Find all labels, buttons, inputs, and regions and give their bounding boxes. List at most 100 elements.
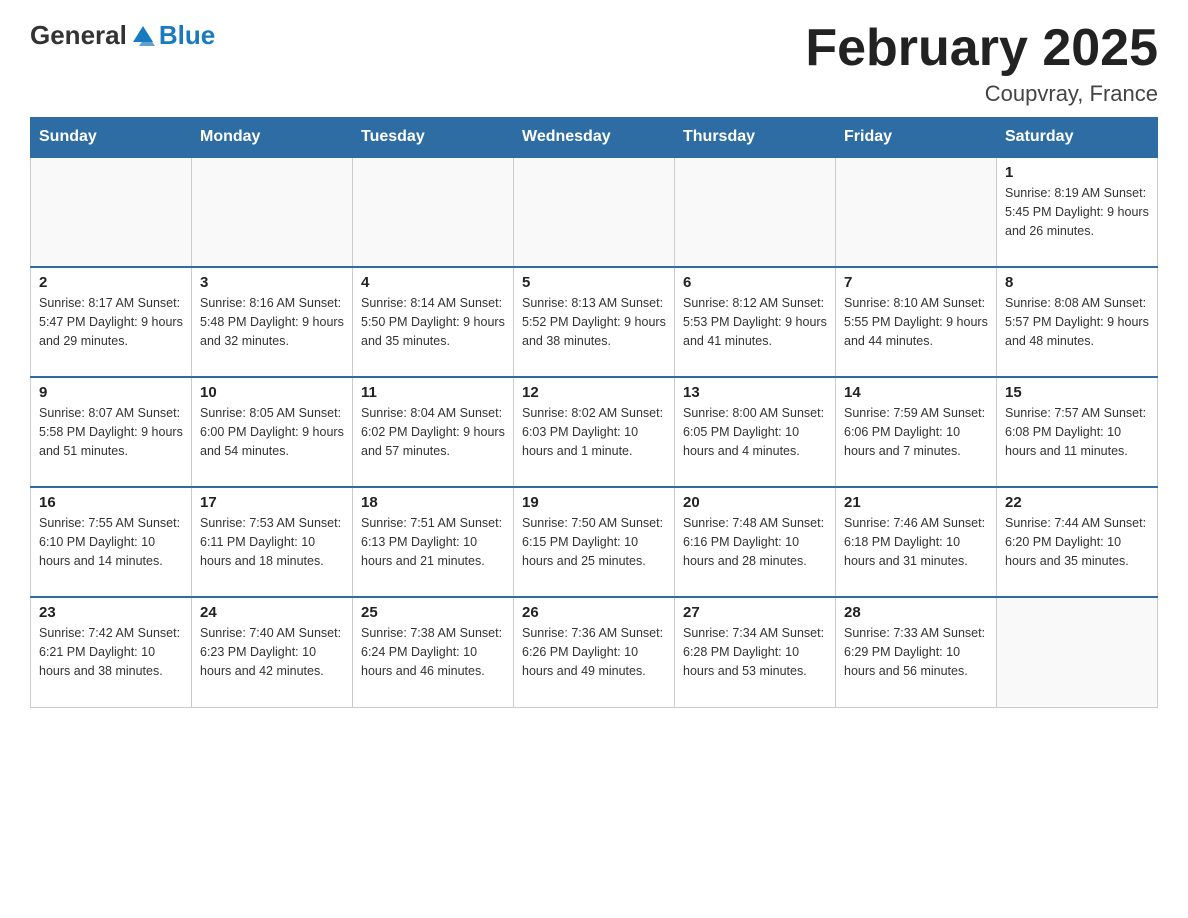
calendar-cell [514, 157, 675, 267]
calendar-cell: 27Sunrise: 7:34 AM Sunset: 6:28 PM Dayli… [675, 597, 836, 707]
calendar-cell: 2 Sunrise: 8:17 AM Sunset: 5:47 PM Daylig… [31, 267, 192, 377]
calendar-cell [675, 157, 836, 267]
day-info: Sunrise: 7:50 AM Sunset: 6:15 PM Dayligh… [522, 514, 666, 570]
weekday-header-thursday: Thursday [675, 118, 836, 158]
day-info: Sunrise: 7:38 AM Sunset: 6:24 PM Dayligh… [361, 624, 505, 680]
calendar-cell: 7 Sunrise: 8:10 AM Sunset: 5:55 PM Daylig… [836, 267, 997, 377]
day-info: Sunrise: 7:42 AM Sunset: 6:21 PM Dayligh… [39, 624, 183, 680]
calendar-cell: 23 Sunrise: 7:42 AM Sunset: 6:21 PM Dayli… [31, 597, 192, 707]
day-info: Sunrise: 7:55 AM Sunset: 6:10 PM Dayligh… [39, 514, 183, 570]
day-number: 10 [200, 384, 344, 401]
calendar-cell [192, 157, 353, 267]
day-info: Sunrise: 7:36 AM Sunset: 6:26 PM Dayligh… [522, 624, 666, 680]
day-info: Sunrise: 8:05 AM Sunset: 6:00 PM Dayligh… [200, 404, 344, 460]
calendar-cell: 11 Sunrise: 8:04 AM Sunset: 6:02 PM Dayli… [353, 377, 514, 487]
day-number: 13 [683, 384, 827, 401]
calendar-cell [31, 157, 192, 267]
day-info: Sunrise: 7:51 AM Sunset: 6:13 PM Dayligh… [361, 514, 505, 570]
day-number: 3 [200, 274, 344, 291]
weekday-header-row: SundayMondayTuesdayWednesdayThursdayFrid… [31, 118, 1158, 158]
day-number: 7 [844, 274, 988, 291]
title-block: February 2025 Coupvray, France [805, 20, 1158, 107]
day-info: Sunrise: 7:44 AM Sunset: 6:20 PM Dayligh… [1005, 514, 1149, 570]
day-number: 6 [683, 274, 827, 291]
day-info: Sunrise: 8:13 AM Sunset: 5:52 PM Dayligh… [522, 294, 666, 350]
calendar-table: SundayMondayTuesdayWednesdayThursdayFrid… [30, 117, 1158, 708]
day-number: 11 [361, 384, 505, 401]
day-info: Sunrise: 7:34 AM Sunset: 6:28 PM Dayligh… [683, 624, 827, 680]
day-number: 21 [844, 494, 988, 511]
day-info: Sunrise: 8:08 AM Sunset: 5:57 PM Dayligh… [1005, 294, 1149, 350]
day-info: Sunrise: 8:16 AM Sunset: 5:48 PM Dayligh… [200, 294, 344, 350]
calendar-cell: 1Sunrise: 8:19 AM Sunset: 5:45 PM Daylig… [997, 157, 1158, 267]
week-row-2: 2 Sunrise: 8:17 AM Sunset: 5:47 PM Daylig… [31, 267, 1158, 377]
calendar-cell: 8Sunrise: 8:08 AM Sunset: 5:57 PM Daylig… [997, 267, 1158, 377]
day-number: 26 [522, 604, 666, 621]
weekday-header-sunday: Sunday [31, 118, 192, 158]
calendar-cell: 16 Sunrise: 7:55 AM Sunset: 6:10 PM Dayli… [31, 487, 192, 597]
calendar-title: February 2025 [805, 20, 1158, 77]
day-number: 24 [200, 604, 344, 621]
weekday-header-wednesday: Wednesday [514, 118, 675, 158]
calendar-cell: 19 Sunrise: 7:50 AM Sunset: 6:15 PM Dayli… [514, 487, 675, 597]
logo-text-general: General [30, 20, 127, 51]
calendar-cell: 5 Sunrise: 8:13 AM Sunset: 5:52 PM Daylig… [514, 267, 675, 377]
day-info: Sunrise: 8:10 AM Sunset: 5:55 PM Dayligh… [844, 294, 988, 350]
week-row-5: 23 Sunrise: 7:42 AM Sunset: 6:21 PM Dayli… [31, 597, 1158, 707]
day-number: 12 [522, 384, 666, 401]
week-row-1: 1Sunrise: 8:19 AM Sunset: 5:45 PM Daylig… [31, 157, 1158, 267]
calendar-cell: 3 Sunrise: 8:16 AM Sunset: 5:48 PM Daylig… [192, 267, 353, 377]
day-number: 5 [522, 274, 666, 291]
weekday-header-tuesday: Tuesday [353, 118, 514, 158]
weekday-header-saturday: Saturday [997, 118, 1158, 158]
calendar-cell: 15Sunrise: 7:57 AM Sunset: 6:08 PM Dayli… [997, 377, 1158, 487]
day-number: 22 [1005, 494, 1149, 511]
day-number: 19 [522, 494, 666, 511]
day-info: Sunrise: 8:14 AM Sunset: 5:50 PM Dayligh… [361, 294, 505, 350]
logo: General Blue [30, 20, 215, 51]
calendar-cell [353, 157, 514, 267]
day-info: Sunrise: 7:59 AM Sunset: 6:06 PM Dayligh… [844, 404, 988, 460]
day-number: 14 [844, 384, 988, 401]
day-info: Sunrise: 8:07 AM Sunset: 5:58 PM Dayligh… [39, 404, 183, 460]
calendar-cell: 4 Sunrise: 8:14 AM Sunset: 5:50 PM Daylig… [353, 267, 514, 377]
day-info: Sunrise: 8:04 AM Sunset: 6:02 PM Dayligh… [361, 404, 505, 460]
weekday-header-monday: Monday [192, 118, 353, 158]
day-info: Sunrise: 7:57 AM Sunset: 6:08 PM Dayligh… [1005, 404, 1149, 460]
day-number: 25 [361, 604, 505, 621]
calendar-subtitle: Coupvray, France [805, 81, 1158, 107]
calendar-cell: 18 Sunrise: 7:51 AM Sunset: 6:13 PM Dayli… [353, 487, 514, 597]
calendar-cell: 17Sunrise: 7:53 AM Sunset: 6:11 PM Dayli… [192, 487, 353, 597]
day-info: Sunrise: 8:00 AM Sunset: 6:05 PM Dayligh… [683, 404, 827, 460]
calendar-cell: 24 Sunrise: 7:40 AM Sunset: 6:23 PM Dayli… [192, 597, 353, 707]
day-info: Sunrise: 8:02 AM Sunset: 6:03 PM Dayligh… [522, 404, 666, 460]
calendar-cell [836, 157, 997, 267]
day-number: 4 [361, 274, 505, 291]
week-row-4: 16 Sunrise: 7:55 AM Sunset: 6:10 PM Dayli… [31, 487, 1158, 597]
day-info: Sunrise: 8:17 AM Sunset: 5:47 PM Dayligh… [39, 294, 183, 350]
day-number: 17 [200, 494, 344, 511]
calendar-cell: 9Sunrise: 8:07 AM Sunset: 5:58 PM Daylig… [31, 377, 192, 487]
day-info: Sunrise: 7:46 AM Sunset: 6:18 PM Dayligh… [844, 514, 988, 570]
day-info: Sunrise: 7:40 AM Sunset: 6:23 PM Dayligh… [200, 624, 344, 680]
calendar-cell: 13 Sunrise: 8:00 AM Sunset: 6:05 PM Dayli… [675, 377, 836, 487]
weekday-header-friday: Friday [836, 118, 997, 158]
calendar-cell: 22 Sunrise: 7:44 AM Sunset: 6:20 PM Dayli… [997, 487, 1158, 597]
calendar-cell: 14 Sunrise: 7:59 AM Sunset: 6:06 PM Dayli… [836, 377, 997, 487]
day-number: 18 [361, 494, 505, 511]
day-number: 16 [39, 494, 183, 511]
day-info: Sunrise: 7:48 AM Sunset: 6:16 PM Dayligh… [683, 514, 827, 570]
calendar-cell: 28Sunrise: 7:33 AM Sunset: 6:29 PM Dayli… [836, 597, 997, 707]
logo-text-blue: Blue [159, 20, 215, 51]
day-info: Sunrise: 8:19 AM Sunset: 5:45 PM Dayligh… [1005, 184, 1149, 240]
calendar-cell: 21 Sunrise: 7:46 AM Sunset: 6:18 PM Dayli… [836, 487, 997, 597]
day-number: 20 [683, 494, 827, 511]
week-row-3: 9Sunrise: 8:07 AM Sunset: 5:58 PM Daylig… [31, 377, 1158, 487]
day-number: 28 [844, 604, 988, 621]
day-number: 2 [39, 274, 183, 291]
calendar-cell [997, 597, 1158, 707]
calendar-cell: 12 Sunrise: 8:02 AM Sunset: 6:03 PM Dayli… [514, 377, 675, 487]
calendar-cell: 6Sunrise: 8:12 AM Sunset: 5:53 PM Daylig… [675, 267, 836, 377]
calendar-cell: 26 Sunrise: 7:36 AM Sunset: 6:26 PM Dayli… [514, 597, 675, 707]
day-number: 23 [39, 604, 183, 621]
